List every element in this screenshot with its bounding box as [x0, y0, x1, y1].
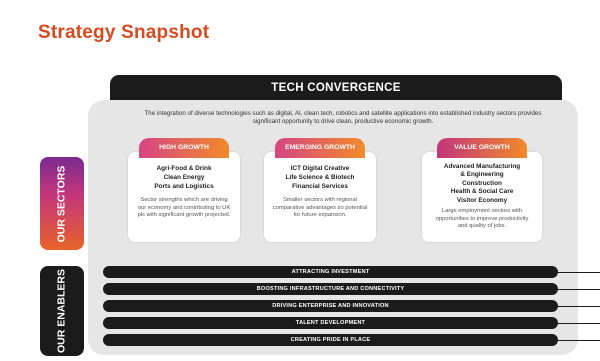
sector-items: Agri-Food & Drink Clean Energy Ports and…: [128, 164, 240, 191]
sector-description: Sector strengths which are driving our e…: [137, 197, 231, 218]
page-title: Strategy Snapshot: [38, 22, 210, 43]
sector-items: ICT Digital Creative Life Science & Biot…: [264, 164, 376, 191]
sector-badge: HIGH GROWTH: [139, 138, 229, 158]
enabler-bar: DRIVING ENTERPRISE AND INNOVATION: [103, 300, 558, 312]
our-enablers-text: OUR ENABLERS: [55, 268, 68, 354]
sector-description: Smaller sectors with regional comparativ…: [272, 197, 368, 218]
tech-convergence-description: The integration of diverse technologies …: [144, 110, 542, 125]
sector-item: Life Science & Biotech: [285, 174, 355, 181]
sector-item: Agri-Food & Drink: [156, 165, 212, 172]
enabler-connector: [558, 323, 600, 324]
our-sectors-text: OUR SECTORS: [55, 165, 68, 242]
enabler-bar: TALENT DEVELOPMENT: [103, 317, 558, 329]
sector-items: Advanced Manufacturing & Engineering Con…: [422, 163, 542, 205]
sector-card-value-growth: VALUE GROWTH Advanced Manufacturing & En…: [422, 138, 542, 242]
sector-item: Visitor Economy: [456, 196, 508, 204]
sector-item: & Engineering: [460, 171, 504, 179]
our-enablers-label: OUR ENABLERS: [40, 266, 84, 356]
enabler-bar: ATTRACTING INVESTMENT: [103, 266, 558, 278]
enabler-bar: BOOSTING INFRASTRUCTURE AND CONNECTIVITY: [103, 283, 558, 295]
enabler-connector: [558, 272, 600, 273]
sector-badge: VALUE GROWTH: [437, 138, 527, 158]
enabler-connector: [558, 306, 600, 307]
enabler-connector: [558, 340, 600, 341]
enabler-connector: [558, 289, 600, 290]
sector-item: Clean Energy: [163, 174, 205, 181]
sector-description: Large employment sectors with opportunit…: [435, 208, 529, 229]
tech-convergence-header: TECH CONVERGENCE: [110, 75, 562, 101]
sector-item: Advanced Manufacturing: [443, 163, 521, 170]
sector-item: Ports and Logistics: [154, 183, 214, 190]
sector-badge: EMERGING GROWTH: [275, 138, 365, 158]
sector-item: Construction: [462, 179, 502, 187]
sector-item: Financial Services: [292, 183, 348, 190]
enabler-bar: CREATING PRIDE IN PLACE: [103, 334, 558, 346]
sector-card-high-growth: HIGH GROWTH Agri-Food & Drink Clean Ener…: [128, 138, 240, 242]
sector-item: Health & Social Care: [450, 188, 514, 196]
sector-item: ICT Digital Creative: [290, 165, 350, 172]
sector-card-emerging-growth: EMERGING GROWTH ICT Digital Creative Lif…: [264, 138, 376, 242]
our-sectors-label: OUR SECTORS: [40, 157, 84, 250]
